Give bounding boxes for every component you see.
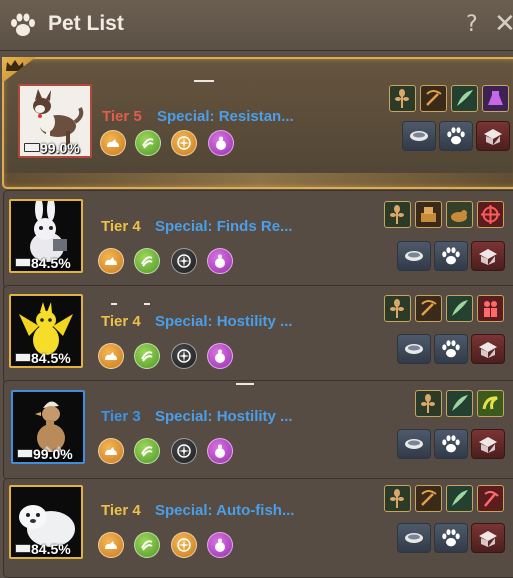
feed-button[interactable] bbox=[397, 334, 431, 364]
pet-card[interactable]: 84.5% Tier 4 Special: Hostility ... bbox=[3, 285, 513, 385]
release-button[interactable] bbox=[471, 429, 505, 459]
feed-button[interactable] bbox=[397, 241, 431, 271]
feed-button[interactable] bbox=[397, 523, 431, 553]
skill-wheat-icon bbox=[384, 485, 411, 512]
release-button[interactable] bbox=[471, 523, 505, 553]
pet-tier: Tier 4 bbox=[101, 502, 141, 519]
pet-card[interactable]: 99.0% Tier 3 Special: Hostility ... bbox=[3, 380, 513, 480]
trait-bag-icon bbox=[208, 130, 234, 156]
skill-beaver-icon bbox=[446, 201, 473, 228]
skill-wheat-icon bbox=[384, 295, 411, 322]
affinity-percent: 99.0% bbox=[33, 446, 73, 462]
skill-wheat-icon bbox=[384, 201, 411, 228]
crown-icon bbox=[6, 60, 24, 71]
trait-swirl-icon bbox=[135, 130, 161, 156]
feed-gauge-icon bbox=[15, 544, 31, 553]
skill-scythe-icon bbox=[415, 485, 442, 512]
trait-cat-icon bbox=[98, 438, 124, 464]
release-button[interactable] bbox=[471, 241, 505, 271]
pet-tier: Tier 4 bbox=[101, 218, 141, 235]
affinity-percent: 99.0% bbox=[40, 140, 80, 156]
skill-wheat-icon bbox=[415, 390, 442, 417]
trait-cat-icon bbox=[98, 532, 124, 558]
divider bbox=[194, 80, 214, 82]
feed-gauge-icon bbox=[17, 449, 33, 458]
skill-figures-icon bbox=[477, 295, 504, 322]
divider bbox=[144, 303, 150, 305]
pet-button[interactable] bbox=[439, 121, 473, 151]
dog-portrait[interactable]: 99.0% bbox=[18, 84, 92, 158]
skill-wing-icon bbox=[446, 485, 473, 512]
divider bbox=[111, 303, 117, 305]
rabbit-portrait[interactable]: 84.5% bbox=[9, 199, 83, 273]
pet-button[interactable] bbox=[434, 334, 468, 364]
skill-wing-icon bbox=[451, 85, 478, 112]
pet-button[interactable] bbox=[434, 523, 468, 553]
feed-gauge-icon bbox=[24, 143, 40, 152]
pet-special: Special: Auto-fish... bbox=[155, 502, 295, 519]
paw-icon bbox=[10, 13, 36, 42]
pet-tier: Tier 4 bbox=[101, 313, 141, 330]
skill-scythe-icon bbox=[415, 295, 442, 322]
best-pet-badge bbox=[2, 57, 36, 83]
window-header: Pet List ? ✕ bbox=[0, 0, 513, 51]
dragon-portrait[interactable]: 84.5% bbox=[9, 294, 83, 368]
skill-swirl-icon bbox=[477, 390, 504, 417]
trait-compass-icon bbox=[171, 532, 197, 558]
skill-target-icon bbox=[477, 201, 504, 228]
pet-card[interactable]: 84.5% Tier 4 Special: Finds Re... bbox=[3, 190, 513, 290]
trait-swirl-icon bbox=[134, 532, 160, 558]
skill-chest-icon bbox=[415, 201, 442, 228]
affinity-percent: 84.5% bbox=[31, 350, 71, 366]
chick-portrait[interactable]: 99.0% bbox=[11, 390, 85, 464]
pet-card[interactable]: 84.5% Tier 4 Special: Auto-fish... bbox=[3, 478, 513, 578]
trait-bag-icon bbox=[207, 343, 233, 369]
trait-bag-icon bbox=[207, 438, 233, 464]
trait-swirl-icon bbox=[134, 438, 160, 464]
pet-special: Special: Hostility ... bbox=[155, 408, 293, 425]
seal-portrait[interactable]: 84.5% bbox=[9, 485, 83, 559]
trait-cat-icon bbox=[98, 248, 124, 274]
release-button[interactable] bbox=[471, 334, 505, 364]
trait-compass-icon bbox=[171, 130, 197, 156]
pet-button[interactable] bbox=[434, 429, 468, 459]
skill-potion-icon bbox=[482, 85, 509, 112]
affinity-percent: 84.5% bbox=[31, 541, 71, 557]
pet-tier: Tier 3 bbox=[101, 408, 141, 425]
pet-special: Special: Finds Re... bbox=[155, 218, 293, 235]
feed-gauge-icon bbox=[15, 353, 31, 362]
skill-wing-icon bbox=[446, 390, 473, 417]
trait-compass-icon bbox=[171, 438, 197, 464]
trait-compass-icon bbox=[171, 343, 197, 369]
skill-pickaxe-icon bbox=[477, 485, 504, 512]
trait-cat-icon bbox=[100, 130, 126, 156]
skill-scythe-icon bbox=[420, 85, 447, 112]
pet-card[interactable]: 99.0% Tier 5 Special: Resistan... bbox=[2, 57, 513, 189]
trait-bag-icon bbox=[207, 248, 233, 274]
trait-bag-icon bbox=[207, 532, 233, 558]
feed-button[interactable] bbox=[397, 429, 431, 459]
trait-cat-icon bbox=[98, 343, 124, 369]
help-button[interactable]: ? bbox=[466, 12, 478, 37]
skill-wheat-icon bbox=[389, 85, 416, 112]
trait-swirl-icon bbox=[134, 248, 160, 274]
window-title: Pet List bbox=[48, 12, 124, 35]
pet-special: Special: Resistan... bbox=[157, 108, 294, 125]
divider bbox=[236, 383, 254, 385]
feed-gauge-icon bbox=[15, 258, 31, 267]
pet-button[interactable] bbox=[434, 241, 468, 271]
pet-special: Special: Hostility ... bbox=[155, 313, 293, 330]
skill-wing-icon bbox=[446, 295, 473, 322]
feed-button[interactable] bbox=[402, 121, 436, 151]
pet-tier: Tier 5 bbox=[102, 108, 142, 125]
trait-swirl-icon bbox=[134, 343, 160, 369]
trait-compass-icon bbox=[171, 248, 197, 274]
affinity-percent: 84.5% bbox=[31, 255, 71, 271]
close-button[interactable]: ✕ bbox=[494, 9, 513, 39]
release-button[interactable] bbox=[476, 121, 510, 151]
